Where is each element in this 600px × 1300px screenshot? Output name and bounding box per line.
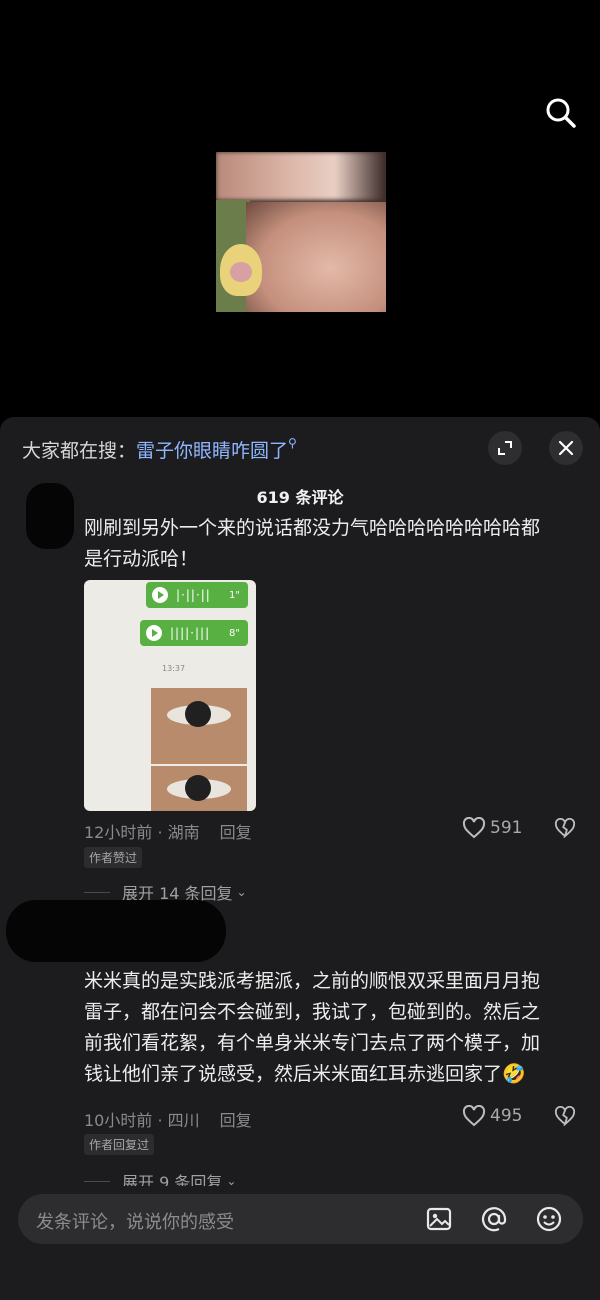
comment-input-bar: 发条评论，说说你的感受 [0, 1186, 600, 1300]
play-icon [152, 587, 168, 603]
hot-search-bar[interactable]: 大家都在搜：雷子你眼睛咋圆了⚲ [22, 436, 297, 463]
comment-count: 619 条评论 [256, 488, 344, 507]
search-icon: ⚲ [288, 436, 297, 450]
comment-sheet: 大家都在搜：雷子你眼睛咋圆了⚲ 619 条评论 刚刷到另外一个来的说话都没力气哈… [0, 417, 600, 1300]
like-count: 591 [490, 818, 523, 838]
author-liked-badge: 作者赞过 [84, 847, 143, 868]
voice-message: |·||·|| 1" [146, 582, 248, 608]
voice-duration: 1" [229, 589, 240, 601]
expand-icon[interactable] [488, 431, 522, 465]
like-button[interactable]: 591 [462, 817, 522, 839]
comment-text: 刚刷到另外一个来的说话都没力气哈哈哈哈哈哈哈哈都 是行动派哈！ [84, 513, 540, 575]
like-button[interactable]: 495 [462, 1105, 522, 1127]
close-icon[interactable] [549, 431, 583, 465]
comment-line: 雷子，都在问会不会碰到，我试了，包碰到的。然后之 [84, 1001, 541, 1023]
broken-heart-icon[interactable] [554, 1105, 576, 1128]
comment-text: 米米真的是实践派考据派，之前的顺恨双采里面月月抱 雷子，都在问会不会碰到，我试了… [84, 966, 540, 1090]
reply-button[interactable]: 回复 [220, 823, 252, 842]
comment-meta: 12小时前 · 湖南 回复 [84, 819, 252, 843]
comment-input[interactable]: 发条评论，说说你的感受 [18, 1194, 583, 1244]
voice-duration: 8" [229, 627, 240, 639]
comment-line: 钱让他们亲了说感受，然后米米面红耳赤逃回家了🤣 [84, 1063, 526, 1085]
comment-line: 米米真的是实践派考据派，之前的顺恨双采里面月月抱 [84, 970, 541, 992]
doll-figure [220, 244, 262, 296]
broken-heart-icon[interactable] [554, 817, 576, 840]
chevron-down-icon: ⌄ [236, 885, 247, 899]
comment-line: 是行动派哈！ [84, 548, 199, 570]
comment-line: 前我们看花絮，有个单身米米专门去点了两个模子，加 [84, 1032, 541, 1054]
avatar[interactable] [6, 900, 226, 962]
comment-line: 刚刷到另外一个来的说话都没力气哈哈哈哈哈哈哈哈都 [84, 517, 541, 539]
comment-meta: 10小时前 · 四川 回复 [84, 1107, 252, 1131]
comment-time: 12小时前 · 湖南 [84, 823, 200, 842]
at-icon[interactable] [479, 1204, 509, 1234]
comment-image[interactable]: |·||·|| 1" ||||·||| 8" 13:37 [84, 580, 256, 811]
image-icon[interactable] [424, 1204, 454, 1234]
like-count: 495 [490, 1106, 523, 1126]
video-area[interactable] [0, 0, 600, 420]
reply-button[interactable]: 回复 [220, 1111, 252, 1130]
search-icon[interactable] [540, 92, 582, 134]
play-icon [146, 625, 162, 641]
comment-time: 10小时前 · 四川 [84, 1111, 200, 1130]
emoji-icon[interactable] [534, 1204, 564, 1234]
comment-input-placeholder: 发条评论，说说你的感受 [36, 1212, 234, 1233]
chat-timestamp: 13:37 [162, 664, 186, 673]
eye-photo [151, 688, 247, 764]
hot-search-prefix: 大家都在搜： [22, 440, 137, 462]
author-replied-badge: 作者回复过 [84, 1134, 155, 1155]
avatar[interactable] [26, 483, 74, 549]
heart-icon [462, 817, 486, 839]
heart-icon [462, 1105, 486, 1127]
voice-message: ||||·||| 8" [140, 620, 248, 646]
eye-photo [151, 766, 247, 811]
video-thumbnail[interactable] [216, 152, 386, 312]
hot-search-keyword[interactable]: 雷子你眼睛咋圆了 [136, 440, 288, 462]
